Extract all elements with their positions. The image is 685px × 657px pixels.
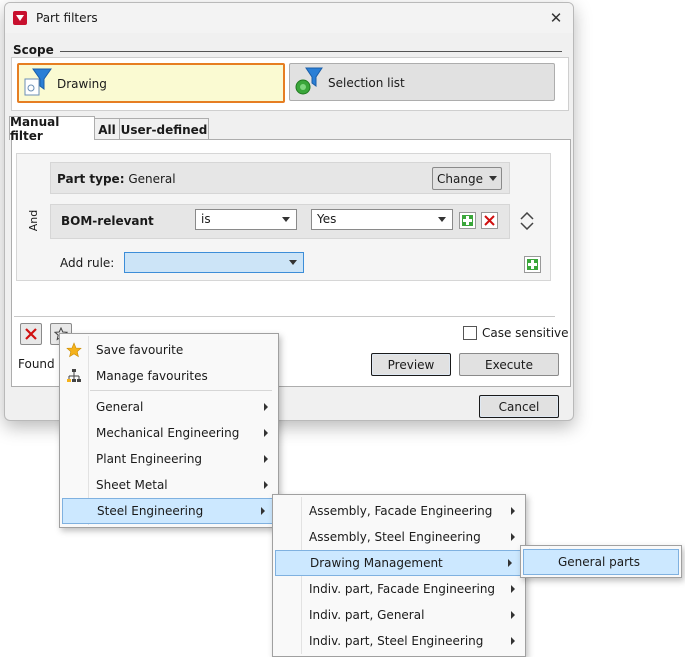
remove-rule-button[interactable] [481,212,498,229]
submenu-arrow-icon [511,637,515,645]
move-up-down-icon[interactable] [519,212,535,230]
submenu-arrow-icon [264,481,268,489]
tab-all[interactable]: All [94,118,120,140]
add-rule-button[interactable] [459,212,476,229]
close-button[interactable]: ✕ [539,3,573,33]
plus-icon [462,215,473,226]
rule-operator-select[interactable]: is [195,209,297,230]
title-bar: Part filters ✕ [5,3,573,33]
clear-filter-icon [25,328,37,340]
menu-item-save-favourite[interactable]: Save favourite [60,338,276,362]
scope-selection-list-button[interactable]: Selection list [289,63,555,101]
menu-item-steel-engineering[interactable]: Steel Engineering [62,498,274,524]
drawing-filter-icon [24,68,52,96]
tab-manual-filter[interactable]: Manual filter [9,115,95,143]
submenu-arrow-icon [511,585,515,593]
star-icon [66,342,82,358]
submenu-arrow-icon [264,429,268,437]
menu-item-sheet-metal[interactable]: Sheet Metal [60,473,276,497]
submenu-arrow-icon [511,507,515,515]
menu-item-mechanical-engineering[interactable]: Mechanical Engineering [60,421,276,445]
menu-item-general[interactable]: General [60,395,276,419]
scope-selection-list-label: Selection list [328,76,405,90]
part-type-label: Part type: [57,172,125,186]
submenu-item-indiv-general[interactable]: Indiv. part, General [273,603,523,627]
app-logo-icon [13,11,27,25]
submenu-arrow-icon [508,559,512,567]
case-sensitive-label: Case sensitive [482,326,569,340]
chevron-down-icon [488,176,497,181]
tab-user-defined[interactable]: User-defined [119,118,209,140]
selection-filter-icon [295,67,323,95]
change-part-type-button[interactable]: Change [432,167,502,190]
submenu-arrow-icon [261,507,265,515]
submenu-arrow-icon [264,403,268,411]
submenu-arrow-icon [264,455,268,463]
chevron-down-icon [438,217,446,222]
preview-button[interactable]: Preview [371,353,451,376]
add-rule-label: Add rule: [60,256,115,270]
menu-separator [90,390,272,391]
clear-filter-button[interactable] [20,323,42,345]
scope-drawing-button[interactable]: Drawing [17,63,285,103]
cancel-button[interactable]: Cancel [479,395,559,418]
plus-icon [527,259,538,270]
submenu-item-indiv-facade[interactable]: Indiv. part, Facade Engineering [273,577,523,601]
scope-divider [60,51,562,52]
execute-button[interactable]: Execute [459,353,559,376]
submenu-arrow-icon [511,611,515,619]
add-rule-select[interactable] [124,252,304,273]
add-rule-plus-button[interactable] [524,256,541,273]
submenu-item-assembly-facade[interactable]: Assembly, Facade Engineering [273,499,523,523]
scope-label: Scope [13,43,54,57]
submenu-arrow-icon [511,533,515,541]
scope-drawing-label: Drawing [57,77,107,91]
delete-icon [484,215,495,226]
window-title: Part filters [36,11,98,25]
menu-item-manage-favourites[interactable]: Manage favourites [60,364,276,388]
submenu-item-indiv-steel[interactable]: Indiv. part, Steel Engineering [273,629,523,653]
part-type-value: General [128,172,176,186]
rule-value-select[interactable]: Yes [311,209,453,230]
menu-item-plant-engineering[interactable]: Plant Engineering [60,447,276,471]
chevron-down-icon [289,260,297,265]
tree-icon [67,369,81,382]
rule-connector-label: And [27,209,41,231]
submenu-item-drawing-management[interactable]: Drawing Management [275,550,521,576]
chevron-down-icon [282,217,290,222]
submenu-item-assembly-steel[interactable]: Assembly, Steel Engineering [273,525,523,549]
case-sensitive-checkbox[interactable] [463,326,477,340]
submenu-item-general-parts[interactable]: General parts [523,549,679,575]
rule-field-label: BOM-relevant [61,214,154,228]
panel-divider [14,316,555,317]
